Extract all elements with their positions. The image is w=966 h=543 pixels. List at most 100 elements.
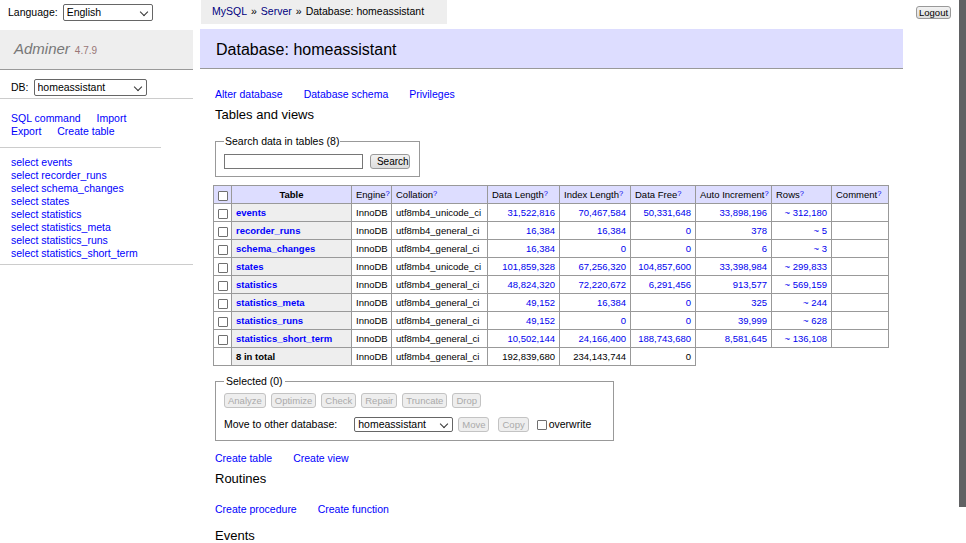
row-checkbox[interactable] xyxy=(218,281,228,291)
table-name-link[interactable]: schema_changes xyxy=(236,243,315,254)
data-length-link[interactable]: 31,522,816 xyxy=(507,207,555,218)
select-states-link[interactable]: select states xyxy=(11,195,193,208)
index-length-link[interactable]: 16,384 xyxy=(597,225,626,236)
row-checkbox[interactable] xyxy=(218,317,228,327)
data-free-link[interactable]: 0 xyxy=(686,315,691,326)
table-name-link[interactable]: events xyxy=(236,207,266,218)
index-length-link[interactable]: 16,384 xyxy=(597,297,626,308)
analyze-button[interactable]: Analyze xyxy=(224,393,266,408)
table-name-link[interactable]: statistics xyxy=(236,279,277,290)
row-checkbox[interactable] xyxy=(218,209,228,219)
language-select[interactable]: English xyxy=(63,4,153,21)
drop-button[interactable]: Drop xyxy=(452,393,481,408)
import-link[interactable]: Import xyxy=(97,112,127,124)
rows-estimate-link[interactable]: ~ 5 xyxy=(814,225,827,236)
search-button[interactable]: Search xyxy=(370,154,410,169)
table-name-link[interactable]: statistics_short_term xyxy=(236,333,332,344)
row-checkbox[interactable] xyxy=(218,335,228,345)
rows-estimate-link[interactable]: ~ 136,108 xyxy=(784,333,827,344)
data-free-link[interactable]: 188,743,680 xyxy=(638,333,691,344)
data-length-link[interactable]: 49,152 xyxy=(526,315,555,326)
search-input[interactable] xyxy=(224,154,363,169)
row-checkbox[interactable] xyxy=(218,245,228,255)
auto-increment-link[interactable]: 8,581,645 xyxy=(725,333,767,344)
move-button[interactable]: Move xyxy=(458,417,489,432)
index-length-link[interactable]: 67,256,320 xyxy=(578,261,626,272)
index-length-link[interactable]: 72,220,672 xyxy=(578,279,626,290)
check-button[interactable]: Check xyxy=(321,393,356,408)
export-link[interactable]: Export xyxy=(11,125,41,137)
data-length-link[interactable]: 10,502,144 xyxy=(507,333,555,344)
sql-command-link[interactable]: SQL command xyxy=(11,112,81,124)
help-link[interactable]: ? xyxy=(764,189,768,198)
create-table-link[interactable]: Create table xyxy=(215,452,272,464)
rows-estimate-link[interactable]: ~ 312,180 xyxy=(784,207,827,218)
data-free-link[interactable]: 0 xyxy=(686,243,691,254)
scrollbar[interactable] xyxy=(959,0,966,543)
help-link[interactable]: ? xyxy=(677,189,681,198)
select-events-link[interactable]: select events xyxy=(11,156,193,169)
privileges-link[interactable]: Privileges xyxy=(409,88,455,100)
select-statistics-meta-link[interactable]: select statistics_meta xyxy=(11,221,193,234)
data-free-link[interactable]: 0 xyxy=(686,225,691,236)
auto-increment-link[interactable]: 33,898,196 xyxy=(719,207,767,218)
optimize-button[interactable]: Optimize xyxy=(271,393,316,408)
auto-increment-link[interactable]: 913,577 xyxy=(733,279,767,290)
data-length-link[interactable]: 48,824,320 xyxy=(507,279,555,290)
row-checkbox[interactable] xyxy=(218,227,228,237)
db-select[interactable]: homeassistant xyxy=(34,79,147,96)
help-link[interactable]: ? xyxy=(544,189,548,198)
rows-estimate-link[interactable]: ~ 628 xyxy=(803,315,827,326)
truncate-button[interactable]: Truncate xyxy=(402,393,447,408)
help-link[interactable]: ? xyxy=(433,189,437,198)
data-length-link[interactable]: 16,384 xyxy=(526,225,555,236)
row-checkbox[interactable] xyxy=(218,299,228,309)
create-function-link[interactable]: Create function xyxy=(318,503,389,515)
index-length-link[interactable]: 0 xyxy=(621,315,626,326)
help-link[interactable]: ? xyxy=(386,189,390,198)
table-name-link[interactable]: recorder_runs xyxy=(236,225,300,236)
select-statistics-link[interactable]: select statistics xyxy=(11,208,193,221)
index-length-link[interactable]: 0 xyxy=(621,243,626,254)
auto-increment-link[interactable]: 33,398,984 xyxy=(719,261,767,272)
data-length-link[interactable]: 16,384 xyxy=(526,243,555,254)
help-link[interactable]: ? xyxy=(877,189,881,198)
data-free-link[interactable]: 50,331,648 xyxy=(643,207,691,218)
data-length-link[interactable]: 101,859,328 xyxy=(502,261,555,272)
select-schema-changes-link[interactable]: select schema_changes xyxy=(11,182,193,195)
data-free-link[interactable]: 6,291,456 xyxy=(649,279,691,290)
help-link[interactable]: ? xyxy=(800,189,804,198)
rows-estimate-link[interactable]: ~ 3 xyxy=(814,243,827,254)
create-view-link[interactable]: Create view xyxy=(293,452,348,464)
data-free-link[interactable]: 0 xyxy=(686,297,691,308)
copy-button[interactable]: Copy xyxy=(498,417,528,432)
auto-increment-link[interactable]: 6 xyxy=(762,243,767,254)
table-name-link[interactable]: statistics_runs xyxy=(236,315,303,326)
rows-estimate-link[interactable]: ~ 569,159 xyxy=(784,279,827,290)
create-table-link[interactable]: Create table xyxy=(57,125,114,137)
database-schema-link[interactable]: Database schema xyxy=(304,88,389,100)
alter-database-link[interactable]: Alter database xyxy=(215,88,283,100)
select-statistics-runs-link[interactable]: select statistics_runs xyxy=(11,234,193,247)
scrollbar-thumb[interactable] xyxy=(959,0,966,507)
index-length-link[interactable]: 70,467,584 xyxy=(578,207,626,218)
index-length-link[interactable]: 24,166,400 xyxy=(578,333,626,344)
table-name-link[interactable]: statistics_meta xyxy=(236,297,305,308)
repair-button[interactable]: Repair xyxy=(361,393,397,408)
auto-increment-link[interactable]: 39,999 xyxy=(738,315,767,326)
data-free-link[interactable]: 104,857,600 xyxy=(638,261,691,272)
help-link[interactable]: ? xyxy=(619,189,623,198)
auto-increment-link[interactable]: 325 xyxy=(751,297,767,308)
row-checkbox[interactable] xyxy=(218,263,228,273)
rows-estimate-link[interactable]: ~ 299,833 xyxy=(784,261,827,272)
select-all-checkbox[interactable] xyxy=(218,191,228,201)
table-name-link[interactable]: states xyxy=(236,261,263,272)
select-recorder-runs-link[interactable]: select recorder_runs xyxy=(11,169,193,182)
data-length-link[interactable]: 49,152 xyxy=(526,297,555,308)
auto-increment-link[interactable]: 378 xyxy=(751,225,767,236)
move-database-select[interactable]: homeassistant xyxy=(354,417,453,432)
overwrite-checkbox[interactable] xyxy=(537,420,547,430)
create-procedure-link[interactable]: Create procedure xyxy=(215,503,297,515)
select-statistics-short-term-link[interactable]: select statistics_short_term xyxy=(11,247,193,260)
rows-estimate-link[interactable]: ~ 244 xyxy=(803,297,827,308)
